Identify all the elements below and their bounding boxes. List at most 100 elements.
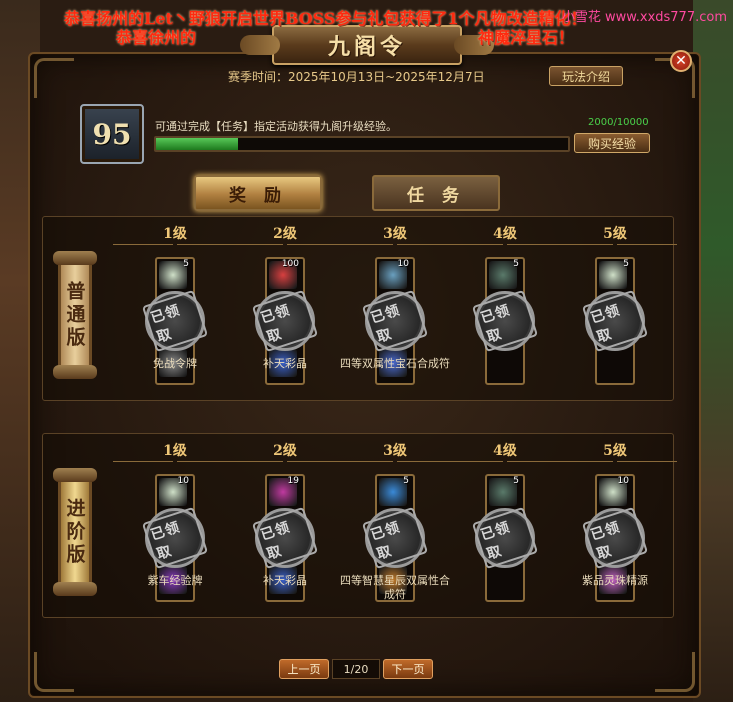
tier-label: 2级 xyxy=(273,443,297,459)
reward-item-icon[interactable]: 5 xyxy=(489,476,519,506)
corner-ornament xyxy=(34,58,74,98)
tier-divider xyxy=(617,461,677,462)
rules-button[interactable]: 玩法介绍 xyxy=(549,66,623,86)
claimed-label: 已领取 xyxy=(251,506,319,570)
reward-item-count: 10 xyxy=(177,476,189,486)
claimed-label: 已领取 xyxy=(141,506,209,570)
panel-title: 九阁令 xyxy=(327,34,406,60)
tier-label: 1级 xyxy=(163,443,187,459)
tier-divider xyxy=(443,461,503,462)
tier-divider xyxy=(617,244,677,245)
reward-item-icon[interactable]: 5 xyxy=(159,259,189,289)
tier-label: 1级 xyxy=(163,226,187,242)
claimed-stamp-icon: 已领取 xyxy=(361,506,429,570)
exp-counter: 2000/10000 xyxy=(588,117,649,128)
claimed-label: 已领取 xyxy=(141,289,209,353)
upgrade-description: 可通过完成【任务】指定活动获得九阁升级经验。 xyxy=(155,120,397,133)
reward-item-icon[interactable]: 5 xyxy=(599,259,629,289)
reward-item-count: 5 xyxy=(513,259,519,269)
tier-divider xyxy=(553,461,613,462)
tier-divider xyxy=(223,461,283,462)
claimed-label: 已领取 xyxy=(361,506,429,570)
tier-label: 4级 xyxy=(493,443,517,459)
season-time: 赛季时间：2025年10月13日~2025年12月7日 xyxy=(228,70,485,84)
claimed-label: 已领取 xyxy=(471,289,539,353)
tier-label: 5级 xyxy=(603,443,627,459)
prev-page-button[interactable]: 上一页 xyxy=(279,659,329,679)
reward-card[interactable]: 5 已领取 xyxy=(471,474,539,602)
lantern-body: 普通版 xyxy=(58,265,92,365)
claimed-stamp-icon: 已领取 xyxy=(471,289,539,353)
tier-divider xyxy=(443,244,503,245)
claimed-stamp-icon: 已领取 xyxy=(581,506,649,570)
reward-item-name: 紫车经验牌 xyxy=(147,574,203,587)
reward-item-icon[interactable]: 5 xyxy=(379,476,409,506)
claimed-stamp-icon: 已领取 xyxy=(361,289,429,353)
reward-item-icon[interactable]: 10 xyxy=(379,259,409,289)
tier-divider xyxy=(113,461,173,462)
claimed-stamp-icon: 已领取 xyxy=(251,289,319,353)
reward-item-name: 紫品灵珠精源 xyxy=(582,574,648,587)
next-page-button[interactable]: 下一页 xyxy=(383,659,433,679)
version-label: 普通版 xyxy=(63,280,86,350)
reward-item-icon[interactable]: 10 xyxy=(599,476,629,506)
tier-label: 3级 xyxy=(383,226,407,242)
tier-label: 4级 xyxy=(493,226,517,242)
claimed-label: 已领取 xyxy=(361,289,429,353)
version-label: 进阶版 xyxy=(63,497,86,567)
buy-exp-button[interactable]: 购买经验 xyxy=(574,133,650,153)
reward-item-count: 5 xyxy=(403,476,409,486)
tier-divider xyxy=(113,244,173,245)
corner-ornament xyxy=(34,652,74,692)
reward-item-name: 补天彩晶 xyxy=(263,574,307,587)
corner-ornament xyxy=(655,652,695,692)
advanced-version-section: 进阶版 1级 10 已领取 紫车经验牌 2级 19 已领取 补天彩晶 3级 5 已领取 四等智慧星辰双… xyxy=(42,433,677,618)
close-button[interactable]: ✕ xyxy=(670,50,692,72)
version-lantern: 普通版 xyxy=(53,251,97,381)
claimed-label: 已领取 xyxy=(471,506,539,570)
level-badge: 95 xyxy=(80,104,144,164)
exp-progress-bar xyxy=(154,136,570,152)
page-indicator: 1/20 xyxy=(332,659,380,679)
tier-divider xyxy=(223,244,283,245)
close-icon: ✕ xyxy=(675,53,687,69)
reward-card[interactable]: 5 已领取 xyxy=(581,257,649,385)
claimed-stamp-icon: 已领取 xyxy=(251,506,319,570)
reward-item-icon[interactable]: 19 xyxy=(269,476,299,506)
claimed-label: 已领取 xyxy=(581,506,649,570)
reward-item-name: 免战令牌 xyxy=(153,357,197,370)
reward-item-count: 5 xyxy=(513,476,519,486)
tier-divider xyxy=(553,244,613,245)
reward-item-count: 10 xyxy=(617,476,629,486)
tab-task[interactable]: 任 务 xyxy=(372,175,500,211)
reward-card[interactable]: 5 已领取 xyxy=(471,257,539,385)
level-number: 95 xyxy=(92,117,132,151)
reward-item-icon[interactable]: 100 xyxy=(269,259,299,289)
tab-reward[interactable]: 奖 励 xyxy=(194,175,322,211)
tier-label: 3级 xyxy=(383,443,407,459)
reward-item-count: 100 xyxy=(281,259,299,269)
normal-version-section: 普通版 1级 5 已领取 免战令牌 2级 100 已领取 补天彩晶 3级 10 已领取 四等双属性宝石… xyxy=(42,216,677,401)
reward-item-icon[interactable]: 5 xyxy=(489,259,519,289)
reward-item-count: 5 xyxy=(623,259,629,269)
broadcast-line-2: 恭喜徐州的 xyxy=(116,28,197,47)
reward-item-name: 补天彩晶 xyxy=(263,357,307,370)
reward-item-count: 19 xyxy=(287,476,299,486)
tier-label: 5级 xyxy=(603,226,627,242)
tier-divider xyxy=(333,244,393,245)
exp-progress-fill xyxy=(156,138,239,150)
version-lantern: 进阶版 xyxy=(53,468,97,598)
reward-item-icon[interactable]: 10 xyxy=(159,476,189,506)
reward-item-count: 10 xyxy=(397,259,409,269)
reward-item-name: 四等智慧星辰双属性合成符 xyxy=(340,574,450,601)
lantern-cap xyxy=(53,468,97,482)
claimed-stamp-icon: 已领取 xyxy=(581,289,649,353)
claimed-stamp-icon: 已领取 xyxy=(471,506,539,570)
title-plaque: 九阁令 xyxy=(240,25,494,65)
reward-item-name: 四等双属性宝石合成符 xyxy=(340,357,450,370)
lantern-cap xyxy=(53,582,97,596)
claimed-stamp-icon: 已领取 xyxy=(141,506,209,570)
site-watermark: 小雪花 www.xxds777.com xyxy=(561,10,727,25)
lantern-cap xyxy=(53,251,97,265)
claimed-stamp-icon: 已领取 xyxy=(141,289,209,353)
